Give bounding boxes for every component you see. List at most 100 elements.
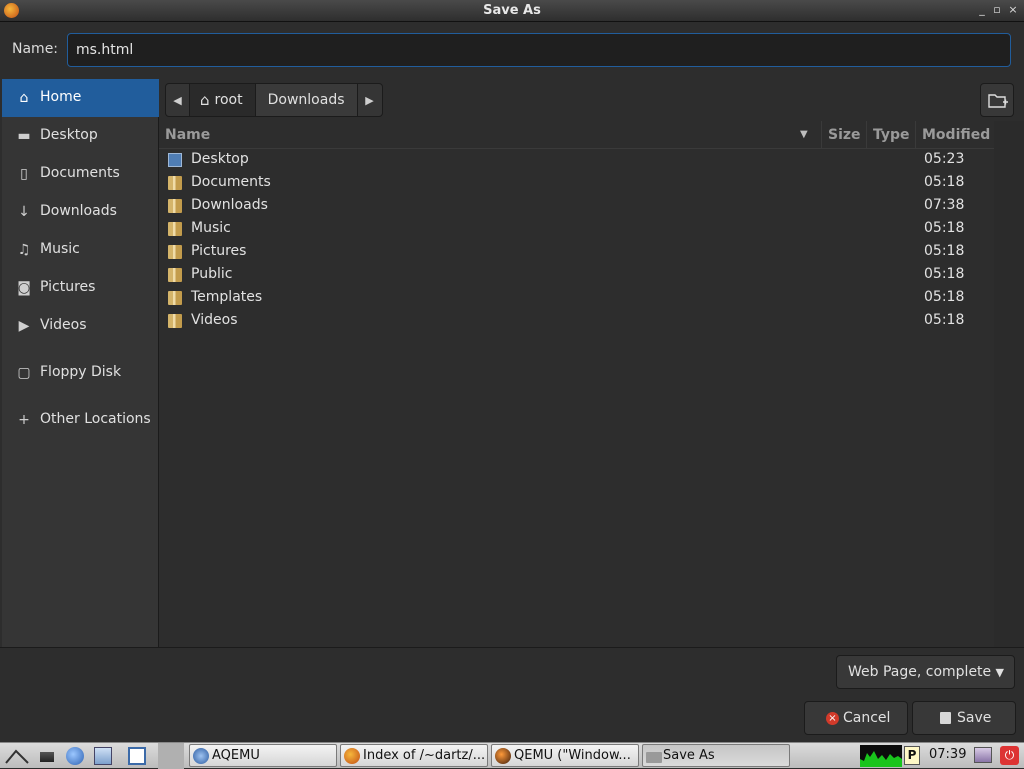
path-bar: ◀ ⌂ root Downloads ▶ [159,79,1024,121]
cancel-label: Cancel [843,710,891,726]
file-modified: 05:23 [924,151,965,167]
sidebar-item-floppy-disk[interactable]: ▢ Floppy Disk [2,354,159,392]
tray-monitor-icon[interactable] [974,747,992,763]
file-type-select[interactable]: Web Page, complete ▼ [836,655,1015,689]
file-name: Documents [191,174,271,190]
dialog-footer: Web Page, complete ▼ × Cancel Save [0,647,1024,742]
column-size[interactable]: Size [828,127,861,143]
sidebar-item-home[interactable]: ⌂ Home [2,79,159,117]
clock[interactable]: 07:39 [929,747,966,762]
table-row[interactable]: Pictures 05:18 [159,241,994,264]
sidebar-item-label: Home [40,89,82,105]
folder-icon [168,199,182,213]
sidebar-item-label: Other Locations [40,411,151,427]
title-bar: Save As _ ▫ × [0,0,1024,22]
document-icon: ▯ [20,166,28,182]
file-name: Templates [191,289,263,305]
sidebar-item-other-locations[interactable]: + Other Locations [2,401,159,439]
folder-icon [168,176,182,190]
window-switch-icon[interactable] [128,747,146,765]
folder-icon [168,314,182,328]
column-type[interactable]: Type [873,127,910,143]
column-modified[interactable]: Modified [922,127,990,143]
maximize-button[interactable]: ▫ [990,3,1004,17]
chevron-right-icon: ▶ [365,93,374,107]
task-browser[interactable]: Index of /~dartz/... [340,744,488,767]
task-qemu[interactable]: QEMU ("Window... [491,744,639,767]
download-icon: ↓ [18,204,30,220]
path-segment-label: Downloads [267,92,345,108]
qemu-icon [495,748,511,764]
sidebar-item-label: Desktop [40,127,98,143]
path-segment-root[interactable]: ⌂ root [190,84,256,116]
file-modified: 05:18 [924,174,965,190]
create-folder-button[interactable] [980,83,1014,117]
path-forward-button[interactable]: ▶ [358,84,382,116]
sidebar-item-downloads[interactable]: ↓ Downloads [2,193,159,231]
task-label: Index of /~dartz/... [363,748,486,763]
menu-launcher-icon[interactable] [4,747,30,765]
minimize-button[interactable]: _ [975,3,989,17]
desktop-icon: ▬ [17,128,31,144]
scrollbar[interactable] [994,121,1024,647]
task-aqemu[interactable]: AQEMU [189,744,337,767]
home-icon: ⌂ [200,91,210,109]
file-name: Pictures [191,243,247,259]
show-desktop-icon[interactable] [40,752,54,762]
sidebar-item-label: Pictures [40,279,96,295]
table-row[interactable]: Documents 05:18 [159,172,994,195]
taskbar: AQEMU Index of /~dartz/... QEMU ("Window… [0,742,1024,769]
browser-icon[interactable] [66,747,84,765]
file-modified: 07:38 [924,197,965,213]
file-modified: 05:18 [924,289,965,305]
column-name[interactable]: Name [165,127,210,143]
table-row[interactable]: Templates 05:18 [159,287,994,310]
firefox-icon [344,748,360,764]
file-modified: 05:18 [924,312,965,328]
sidebar-item-label: Documents [40,165,120,181]
save-label: Save [957,710,992,726]
sidebar-item-pictures[interactable]: ◙ Pictures [2,269,159,307]
folder-icon [168,222,182,236]
pager-icon[interactable] [158,743,184,769]
table-row[interactable]: Public 05:18 [159,264,994,287]
file-name: Desktop [191,151,249,167]
chevron-down-icon: ▼ [995,666,1004,679]
cpu-monitor-icon [860,745,902,767]
sidebar-item-videos[interactable]: ▶ Videos [2,307,159,345]
camera-icon: ◙ [17,280,31,296]
name-label: Name: [12,41,59,57]
floppy-icon: ▢ [17,365,31,381]
table-row[interactable]: Music 05:18 [159,218,994,241]
sidebar-item-music[interactable]: ♫ Music [2,231,159,269]
tray-p-icon[interactable]: P [904,746,920,765]
sidebar-item-documents[interactable]: ▯ Documents [2,155,159,193]
path-back-button[interactable]: ◀ [166,84,190,116]
sort-descending-icon[interactable]: ▼ [800,129,808,140]
task-save-as[interactable]: Save As [642,744,790,767]
dialog-window-icon [646,752,662,763]
path-segment-label: root [214,92,243,108]
file-name: Public [191,266,233,282]
save-button[interactable]: Save [912,701,1016,735]
table-row[interactable]: Downloads 07:38 [159,195,994,218]
filename-input[interactable] [67,33,1011,67]
folder-icon [168,245,182,259]
table-row[interactable]: Desktop 05:23 [159,149,994,172]
music-icon: ♫ [17,242,31,258]
cancel-button[interactable]: × Cancel [804,701,908,735]
power-icon[interactable]: ⏻ [1000,746,1019,765]
path-segment-downloads[interactable]: Downloads [255,84,358,116]
sidebar-item-label: Videos [40,317,87,333]
file-name: Videos [191,312,238,328]
new-folder-icon [988,94,1008,108]
plus-icon: + [18,412,30,428]
column-header: Name ▼ Size Type Modified [159,121,994,149]
sidebar-item-desktop[interactable]: ▬ Desktop [2,117,159,155]
desktop-folder-icon [168,153,182,167]
sidebar-item-label: Floppy Disk [40,364,122,380]
close-button[interactable]: × [1006,3,1020,17]
table-row[interactable]: Videos 05:18 [159,310,994,333]
file-manager-icon[interactable] [94,747,112,765]
window-title: Save As [483,3,541,18]
